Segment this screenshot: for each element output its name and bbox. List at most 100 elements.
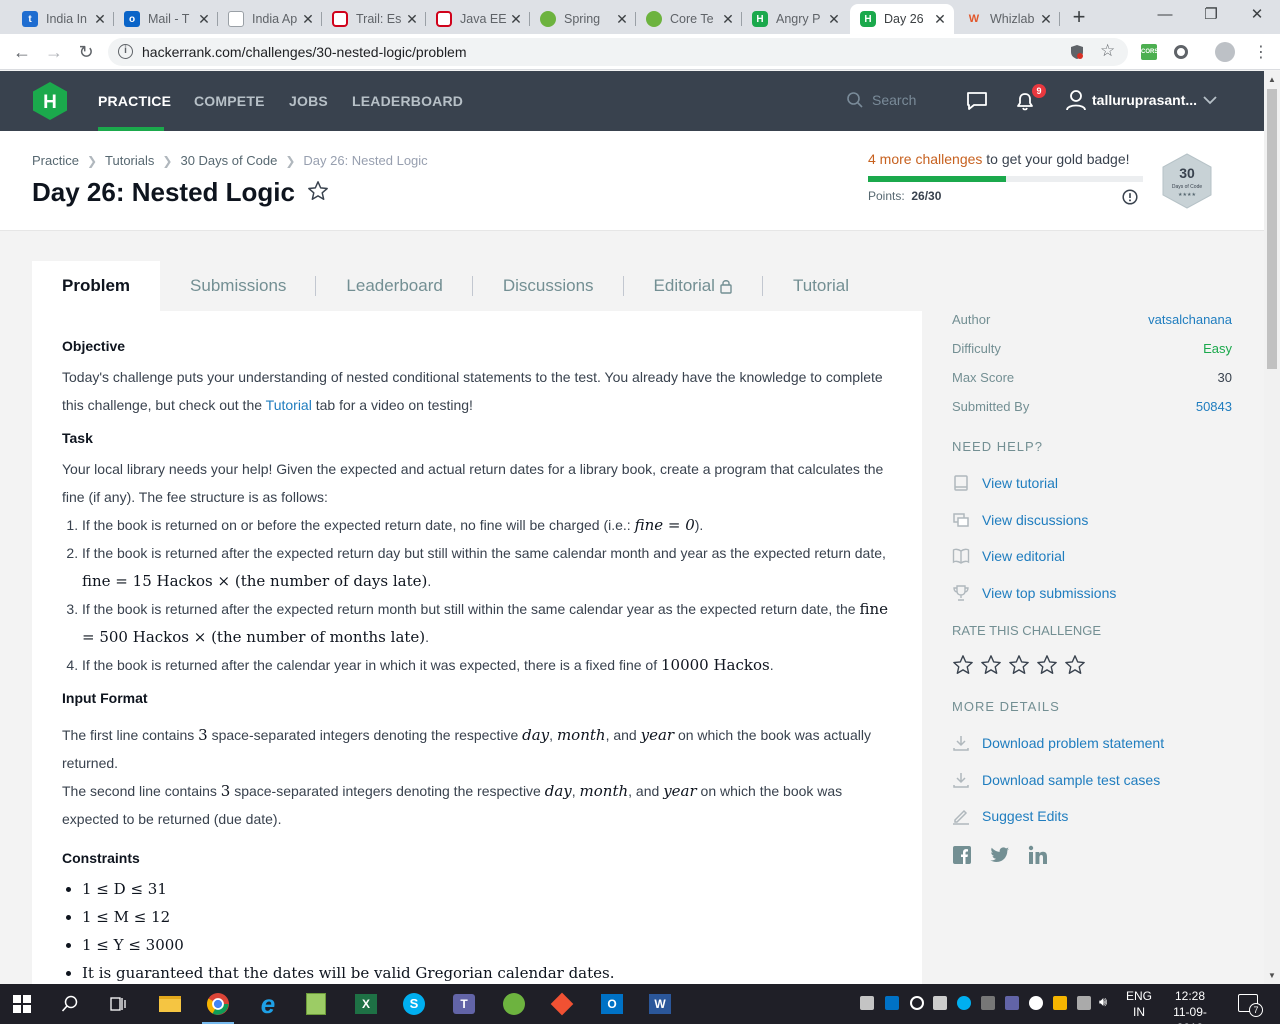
search-icon[interactable]	[50, 988, 90, 1020]
restore-icon[interactable]: ❐	[1188, 0, 1234, 30]
download-testcases-link[interactable]: Download sample test cases	[952, 762, 1232, 799]
task-view-icon[interactable]	[98, 988, 138, 1020]
browser-tab[interactable]: Trail: Es ✕	[322, 4, 426, 34]
browser-tab[interactable]: Core Te ✕	[636, 4, 742, 34]
scroll-down-icon[interactable]: ▼	[1268, 971, 1276, 980]
volume-icon[interactable]: 🔊︎	[1099, 994, 1107, 1010]
tray-security-icon[interactable]	[1053, 996, 1067, 1010]
tab-problem[interactable]: Problem	[32, 261, 161, 311]
author-link[interactable]: vatsalchanana	[1148, 312, 1232, 327]
minimize-icon[interactable]: —	[1142, 0, 1188, 30]
view-top-submissions-link[interactable]: View top submissions	[952, 575, 1232, 612]
challenges-remaining[interactable]: 4 more challenges	[868, 151, 982, 167]
facebook-icon[interactable]	[952, 845, 972, 865]
rating-star-icon[interactable]	[980, 654, 1002, 676]
address-bar[interactable]: i hackerrank.com/challenges/30-nested-lo…	[108, 38, 1128, 66]
nav-leaderboard[interactable]: LEADERBOARD	[352, 93, 463, 109]
back-icon[interactable]: ←	[10, 40, 34, 64]
site-info-icon[interactable]: i	[118, 44, 133, 59]
teams-icon[interactable]: T	[444, 988, 484, 1020]
close-tab-icon[interactable]: ✕	[614, 11, 630, 28]
search-input[interactable]: Search	[846, 91, 916, 109]
forward-icon[interactable]: →	[42, 40, 66, 64]
rating-star-icon[interactable]	[1036, 654, 1058, 676]
hackerrank-logo[interactable]: H	[31, 81, 69, 121]
tray-teams-icon[interactable]	[1005, 996, 1019, 1010]
network-icon[interactable]	[1077, 996, 1091, 1010]
close-tab-icon[interactable]: ✕	[1038, 11, 1054, 28]
shield-blocked-icon[interactable]	[1070, 44, 1084, 60]
breadcrumb-practice[interactable]: Practice	[32, 153, 79, 168]
spring-tool-icon[interactable]	[494, 988, 534, 1020]
tray-outlook-icon[interactable]	[885, 996, 899, 1010]
breadcrumb-30-days[interactable]: 30 Days of Code	[180, 153, 277, 168]
close-window-icon[interactable]: ✕	[1234, 0, 1280, 30]
input-language[interactable]: ENG IN	[1124, 988, 1154, 1020]
view-tutorial-link[interactable]: View tutorial	[952, 465, 1232, 502]
nav-compete[interactable]: COMPETE	[194, 93, 265, 109]
internet-explorer-icon[interactable]: e	[248, 988, 288, 1020]
new-tab-button[interactable]: +	[1066, 4, 1092, 30]
user-menu[interactable]: talluruprasant...	[1066, 89, 1217, 111]
view-discussions-link[interactable]: View discussions	[952, 502, 1232, 539]
extension-icon[interactable]	[1174, 45, 1188, 59]
close-tab-icon[interactable]: ✕	[300, 11, 316, 28]
close-tab-icon[interactable]: ✕	[404, 11, 420, 28]
view-editorial-link[interactable]: View editorial	[952, 538, 1232, 575]
rating-star-icon[interactable]	[952, 654, 974, 676]
close-tab-icon[interactable]: ✕	[720, 11, 736, 28]
bookmark-star-icon[interactable]: ☆	[1100, 41, 1115, 61]
browser-tab[interactable]: H Angry P ✕	[742, 4, 848, 34]
tab-discussions[interactable]: Discussions	[473, 261, 624, 311]
browser-tab-active[interactable]: H Day 26 ✕	[850, 4, 954, 34]
profile-avatar[interactable]	[1215, 42, 1235, 62]
nav-jobs[interactable]: JOBS	[289, 93, 328, 109]
tab-leaderboard[interactable]: Leaderboard	[316, 261, 473, 311]
scrollbar-thumb[interactable]	[1267, 89, 1277, 369]
linkedin-icon[interactable]	[1028, 845, 1048, 865]
tray-sync-icon[interactable]	[910, 996, 924, 1010]
close-tab-icon[interactable]: ✕	[826, 11, 842, 28]
excel-icon[interactable]: X	[346, 988, 386, 1020]
tab-editorial[interactable]: Editorial	[624, 261, 763, 311]
reload-icon[interactable]: ↻	[74, 40, 98, 64]
tray-app-icon[interactable]	[1029, 996, 1043, 1010]
cors-extension-icon[interactable]: CORS	[1141, 44, 1158, 60]
nav-practice[interactable]: PRACTICE	[98, 93, 171, 109]
tab-submissions[interactable]: Submissions	[160, 261, 317, 311]
browser-tab[interactable]: Spring ✕	[530, 4, 636, 34]
rating-star-icon[interactable]	[1008, 654, 1030, 676]
browser-tab[interactable]: o Mail - T ✕	[114, 4, 218, 34]
days-of-code-badge[interactable]: 30 Days of Code ★★★★	[1160, 152, 1214, 210]
skype-icon[interactable]: S	[394, 988, 434, 1020]
info-icon[interactable]	[1122, 189, 1138, 205]
tray-mail-icon[interactable]	[860, 996, 874, 1010]
word-icon[interactable]: W	[640, 988, 680, 1020]
tray-skype-icon[interactable]	[957, 996, 971, 1010]
close-tab-icon[interactable]: ✕	[508, 11, 524, 28]
outlook-icon[interactable]: O	[592, 988, 632, 1020]
action-center-icon[interactable]: 7	[1238, 994, 1263, 1017]
messages-icon[interactable]	[966, 91, 988, 111]
rating-star-icon[interactable]	[1064, 654, 1086, 676]
submitted-by-link[interactable]: 50843	[1196, 399, 1232, 414]
page-scrollbar[interactable]: ▲ ▼	[1264, 71, 1280, 984]
download-problem-link[interactable]: Download problem statement	[952, 725, 1232, 762]
windows-start-icon[interactable]	[2, 988, 42, 1020]
chrome-taskbar-icon[interactable]	[198, 988, 238, 1024]
twitter-icon[interactable]	[990, 846, 1010, 864]
suggest-edits-link[interactable]: Suggest Edits	[952, 798, 1232, 835]
browser-tab[interactable]: India Ap ✕	[218, 4, 322, 34]
tab-tutorial[interactable]: Tutorial	[763, 261, 879, 311]
notepad-plus-icon[interactable]	[296, 988, 336, 1020]
file-explorer-icon[interactable]	[150, 988, 190, 1020]
close-tab-icon[interactable]: ✕	[932, 11, 948, 28]
browser-tab[interactable]: Java EE ✕	[426, 4, 530, 34]
bookmark-star-icon[interactable]	[307, 180, 329, 202]
close-tab-icon[interactable]: ✕	[92, 11, 108, 28]
breadcrumb-tutorials[interactable]: Tutorials	[105, 153, 154, 168]
close-tab-icon[interactable]: ✕	[196, 11, 212, 28]
tray-app-icon[interactable]	[933, 996, 947, 1010]
system-clock[interactable]: 12:28 11-09-2019	[1160, 988, 1220, 1024]
browser-tab[interactable]: t India In ✕	[12, 4, 114, 34]
